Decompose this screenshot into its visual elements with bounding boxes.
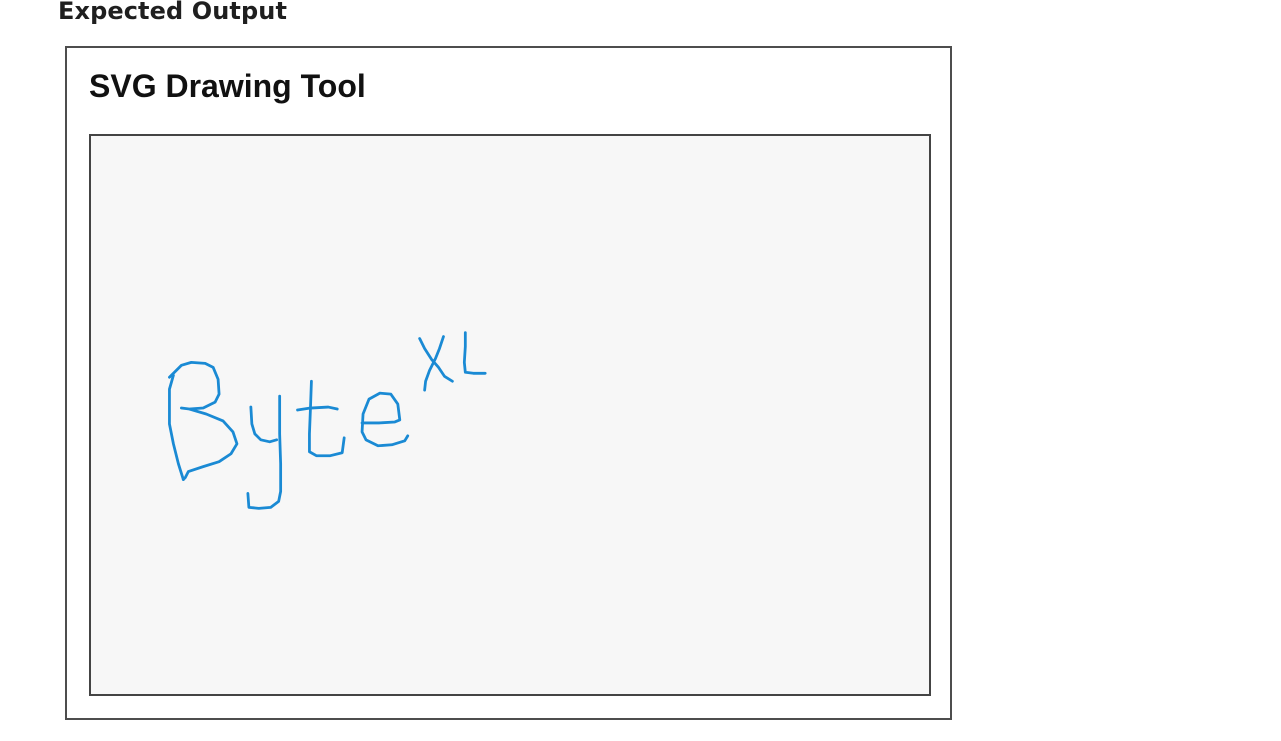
stroke-l — [462, 331, 487, 375]
section-heading: Expected Output — [58, 0, 288, 25]
drawing-canvas[interactable] — [89, 134, 931, 696]
app-title: SVG Drawing Tool — [89, 68, 366, 104]
stroke-x-diagonal-2 — [423, 335, 445, 392]
stroke-t-crossbar — [296, 405, 339, 412]
stroke-t-stem — [308, 379, 346, 458]
stroke-y-descender — [246, 394, 283, 510]
drawing-tool-panel: SVG Drawing Tool — [65, 46, 952, 720]
drawing-svg[interactable] — [91, 136, 929, 694]
stroke-b-loops — [168, 360, 239, 481]
stroke-e — [360, 391, 410, 448]
stroke-b-stem — [168, 373, 185, 481]
stroke-y-left-arm — [249, 405, 279, 444]
